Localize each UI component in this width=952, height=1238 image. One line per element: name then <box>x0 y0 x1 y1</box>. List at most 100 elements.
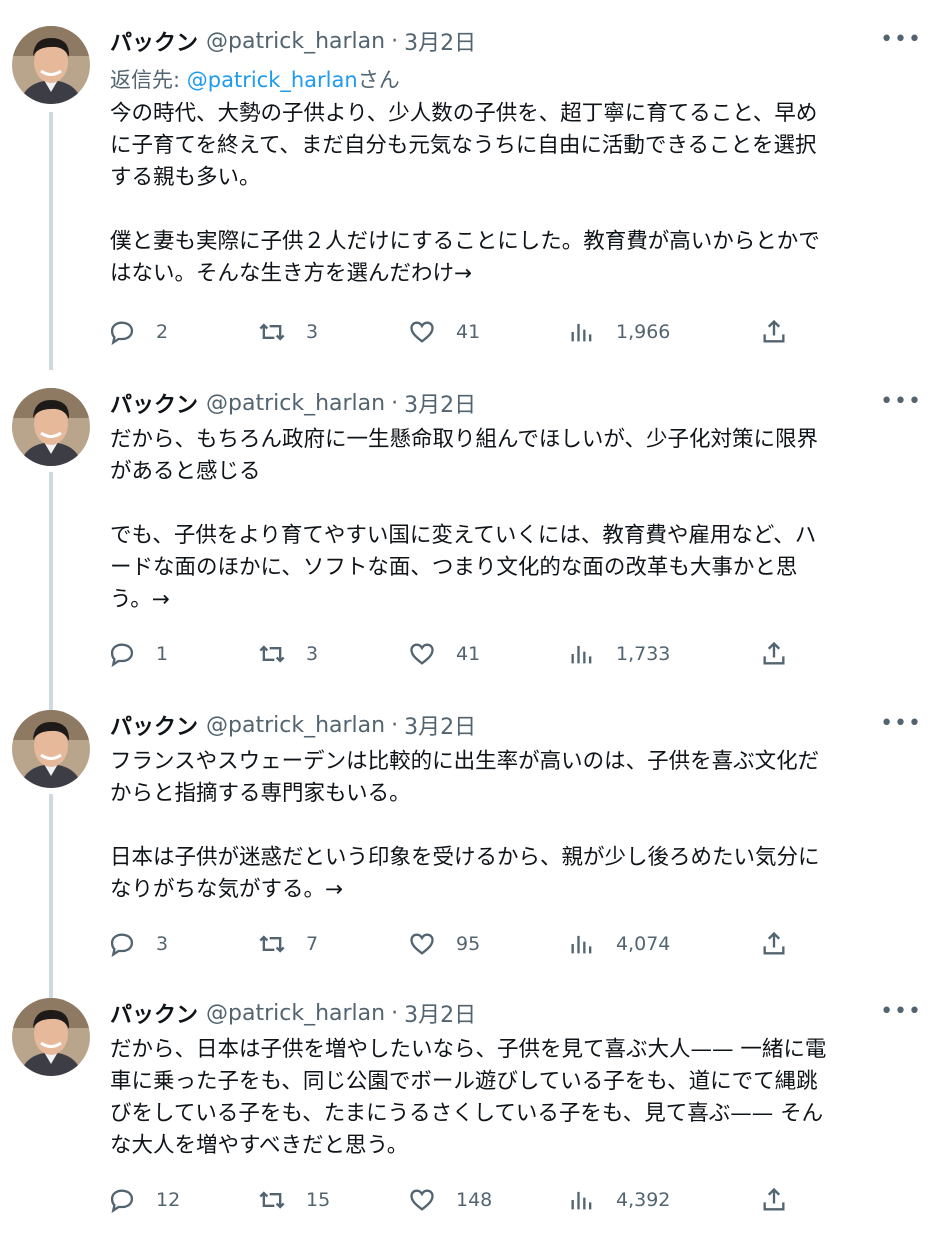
tweet-paragraph: でも、子供をより育てやすい国に変えていくには、教育費や雇用など、ハ ードな面のほ… <box>110 523 817 612</box>
tweet-thread: パックン @patrick_harlan · 3月2日 ••• 返信先: @pa… <box>0 0 952 1238</box>
tweet-paragraph: フランスやスウェーデンは比較的に出生率が高いのは、子供を喜ぶ文化だ からと指摘す… <box>110 749 820 806</box>
heart-icon <box>410 933 434 955</box>
like-count: 41 <box>456 321 481 343</box>
separator: · <box>391 712 399 738</box>
reply-icon <box>110 643 134 668</box>
tweet-text: だから、日本は子供を増やしたいなら、子供を見て喜ぶ大人—— 一緒に電 車に乗った… <box>110 1034 910 1162</box>
reply-icon <box>110 1189 134 1214</box>
reply-button[interactable]: 2 <box>108 316 168 348</box>
retweet-button[interactable]: 7 <box>258 928 318 960</box>
reply-count: 3 <box>156 933 169 955</box>
views-icon <box>571 935 592 954</box>
tweet-actions: 12 15 148 4,392 <box>108 1184 808 1216</box>
separator: · <box>391 28 399 54</box>
tweet-header: パックン @patrick_harlan · 3月2日 <box>110 997 476 1029</box>
tweet-1[interactable]: パックン @patrick_harlan · 3月2日 ••• 返信先: @pa… <box>0 25 952 370</box>
tweet-text: フランスやスウェーデンは比較的に出生率が高いのは、子供を喜ぶ文化だ からと指摘す… <box>110 746 910 906</box>
views-button[interactable]: 4,074 <box>568 928 670 960</box>
tweet-2[interactable]: パックン @patrick_harlan · 3月2日 ••• だから、もちろん… <box>0 387 952 710</box>
heart-icon <box>410 321 434 343</box>
tweet-header: パックン @patrick_harlan · 3月2日 <box>110 709 476 741</box>
tweet-text: 今の時代、大勢の子供より、少人数の子供を、超丁寧に育てること、早め に子育てを終… <box>110 98 910 290</box>
views-icon <box>571 645 592 664</box>
retweet-button[interactable]: 3 <box>258 316 318 348</box>
heart-icon <box>410 1189 434 1211</box>
retweet-icon <box>259 645 285 663</box>
replying-to: 返信先: @patrick_harlanさん <box>110 64 400 94</box>
thread-line <box>49 472 53 710</box>
retweet-count: 7 <box>306 933 319 955</box>
retweet-count: 3 <box>306 643 319 665</box>
like-button[interactable]: 148 <box>408 1184 492 1216</box>
user-handle[interactable]: @patrick_harlan <box>206 713 385 738</box>
reply-button[interactable]: 12 <box>108 1184 180 1216</box>
thread-line <box>49 794 53 1000</box>
tweet-date[interactable]: 3月2日 <box>404 997 476 1029</box>
replying-prefix: 返信先: <box>110 68 187 92</box>
like-count: 95 <box>456 933 481 955</box>
avatar[interactable] <box>12 710 90 788</box>
share-icon <box>763 931 785 955</box>
tweet-paragraph: だから、日本は子供を増やしたいなら、子供を見て喜ぶ大人—— 一緒に電 車に乗った… <box>110 1037 827 1158</box>
display-name[interactable]: パックン <box>110 25 198 57</box>
share-icon <box>763 319 785 343</box>
display-name[interactable]: パックン <box>110 997 198 1029</box>
reply-button[interactable]: 1 <box>108 638 168 670</box>
retweet-button[interactable]: 15 <box>258 1184 330 1216</box>
thread-line <box>49 112 53 370</box>
display-name[interactable]: パックン <box>110 709 198 741</box>
like-count: 41 <box>456 643 481 665</box>
view-count: 4,074 <box>616 933 671 955</box>
views-icon <box>571 323 592 342</box>
like-button[interactable]: 41 <box>408 316 480 348</box>
view-count: 1,733 <box>616 643 671 665</box>
retweet-count: 15 <box>306 1189 331 1211</box>
retweet-count: 3 <box>306 321 319 343</box>
reply-count: 12 <box>156 1189 181 1211</box>
tweet-4[interactable]: パックン @patrick_harlan · 3月2日 ••• だから、日本は子… <box>0 998 952 1228</box>
reply-button[interactable]: 3 <box>108 928 168 960</box>
views-button[interactable]: 4,392 <box>568 1184 670 1216</box>
share-button[interactable] <box>760 928 788 960</box>
share-button[interactable] <box>760 1184 788 1216</box>
views-button[interactable]: 1,733 <box>568 638 670 670</box>
views-button[interactable]: 1,966 <box>568 316 670 348</box>
tweet-3[interactable]: パックン @patrick_harlan · 3月2日 ••• フランスやスウェ… <box>0 709 952 1000</box>
replying-suffix: さん <box>357 68 400 92</box>
more-options-icon[interactable]: ••• <box>880 713 922 735</box>
share-button[interactable] <box>760 316 788 348</box>
like-button[interactable]: 41 <box>408 638 480 670</box>
tweet-paragraph: 僕と妻も実際に子供２人だけにすることにした。教育費が高いからとかで はない。そん… <box>110 229 820 286</box>
tweet-date[interactable]: 3月2日 <box>404 25 476 57</box>
more-options-icon[interactable]: ••• <box>880 29 922 51</box>
tweet-date[interactable]: 3月2日 <box>404 387 476 419</box>
tweet-header: パックン @patrick_harlan · 3月2日 <box>110 387 476 419</box>
avatar[interactable] <box>12 388 90 466</box>
heart-icon <box>410 643 434 665</box>
more-options-icon[interactable]: ••• <box>880 1001 922 1023</box>
tweet-date[interactable]: 3月2日 <box>404 709 476 741</box>
user-handle[interactable]: @patrick_harlan <box>206 1001 385 1026</box>
avatar[interactable] <box>12 26 90 104</box>
reply-count: 1 <box>156 643 169 665</box>
tweet-paragraph: 今の時代、大勢の子供より、少人数の子供を、超丁寧に育てること、早め に子育てを終… <box>110 101 818 190</box>
retweet-icon <box>259 323 285 341</box>
view-count: 4,392 <box>616 1189 671 1211</box>
views-icon <box>571 1191 592 1210</box>
separator: · <box>391 1000 399 1026</box>
reply-mention-link[interactable]: @patrick_harlan <box>187 68 358 92</box>
retweet-button[interactable]: 3 <box>258 638 318 670</box>
display-name[interactable]: パックン <box>110 387 198 419</box>
tweet-paragraph: 日本は子供が迷惑だという印象を受けるから、親が少し後ろめたい気分に なりがちな気… <box>110 845 820 902</box>
view-count: 1,966 <box>616 321 671 343</box>
separator: · <box>391 390 399 416</box>
user-handle[interactable]: @patrick_harlan <box>206 29 385 54</box>
share-button[interactable] <box>760 638 788 670</box>
user-handle[interactable]: @patrick_harlan <box>206 391 385 416</box>
retweet-icon <box>259 935 285 953</box>
tweet-paragraph: だから、もちろん政府に一生懸命取り組んでほしいが、少子化対策に限界 があると感じ… <box>110 427 818 484</box>
like-button[interactable]: 95 <box>408 928 480 960</box>
avatar[interactable] <box>12 998 90 1076</box>
more-options-icon[interactable]: ••• <box>880 391 922 413</box>
reply-icon <box>110 933 134 958</box>
